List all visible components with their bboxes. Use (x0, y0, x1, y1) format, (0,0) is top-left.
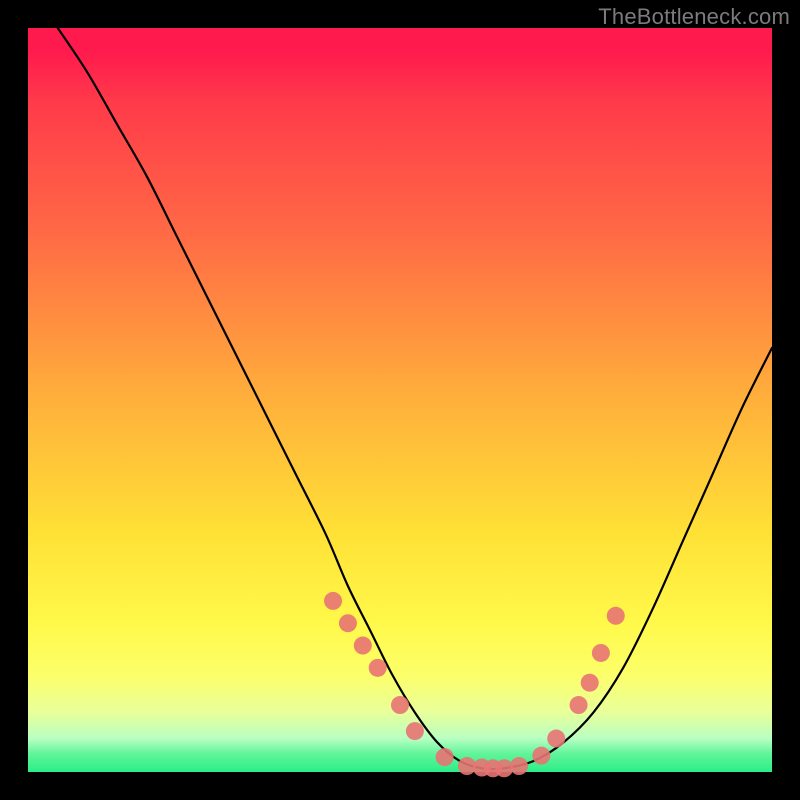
marker-dot (391, 696, 409, 714)
bottleneck-curve (58, 28, 772, 769)
marker-dot (607, 607, 625, 625)
marker-dot (547, 730, 565, 748)
marker-dot (436, 748, 454, 766)
marker-dot (369, 659, 387, 677)
marker-dot (570, 696, 588, 714)
chart-svg (28, 28, 772, 772)
marker-dot (532, 747, 550, 765)
marker-dot (581, 674, 599, 692)
marker-dot (339, 614, 357, 632)
marker-dot (510, 757, 528, 775)
plot-area (28, 28, 772, 772)
marker-dot (354, 637, 372, 655)
marker-group (324, 592, 625, 777)
marker-dot (592, 644, 610, 662)
chart-frame: TheBottleneck.com (0, 0, 800, 800)
watermark-text: TheBottleneck.com (598, 4, 790, 30)
marker-dot (324, 592, 342, 610)
marker-dot (406, 722, 424, 740)
